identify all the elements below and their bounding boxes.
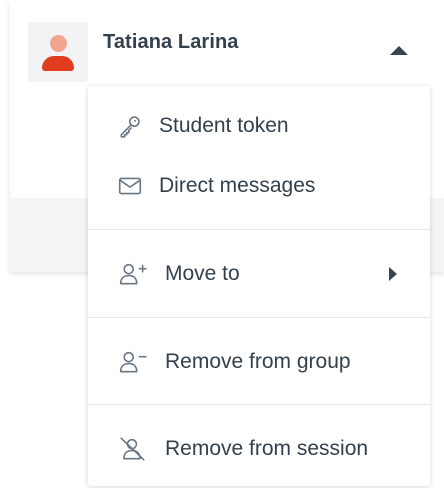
menu-item-direct-messages[interactable]: Direct messages (88, 158, 430, 214)
submenu-arrow-icon (389, 267, 397, 281)
user-off-icon (118, 434, 148, 464)
avatar (28, 22, 88, 82)
menu-divider (88, 317, 430, 318)
menu-item-label: Remove from group (165, 350, 351, 373)
student-name: Tatiana Larina (103, 31, 239, 53)
collapse-caret-icon[interactable] (390, 46, 408, 55)
menu-item-move-to[interactable]: Move to (88, 246, 430, 302)
user-minus-icon (118, 347, 148, 377)
menu-item-label: Move to (165, 262, 240, 285)
envelope-icon (115, 171, 145, 201)
menu-divider (88, 404, 430, 405)
menu-item-label: Direct messages (159, 174, 316, 197)
user-plus-icon (118, 259, 148, 289)
menu-item-remove-from-group[interactable]: Remove from group (88, 334, 430, 390)
student-actions-menu: Student token Direct messages Move to Re… (88, 86, 430, 486)
menu-divider (88, 229, 430, 230)
key-icon (115, 111, 145, 141)
menu-item-label: Student token (159, 114, 289, 137)
avatar-head (50, 35, 67, 52)
menu-item-label: Remove from session (165, 437, 369, 460)
avatar-body (42, 56, 74, 71)
menu-item-student-token[interactable]: Student token (88, 98, 430, 154)
menu-item-remove-from-session[interactable]: Remove from session (88, 421, 430, 477)
